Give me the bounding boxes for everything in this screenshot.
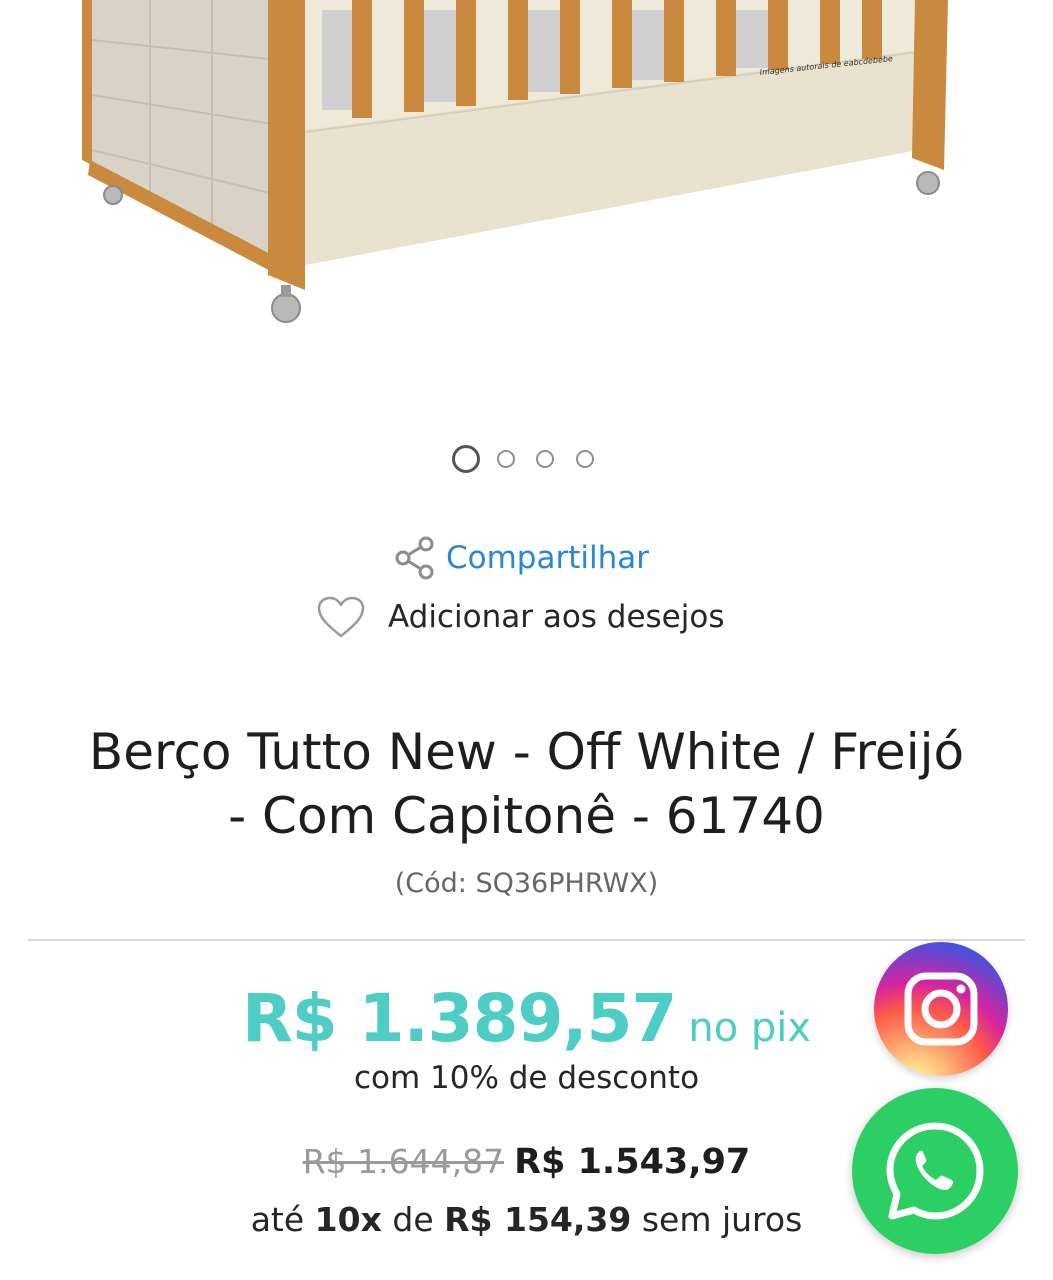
- product-title-line-1: Berço Tutto New - Off White / Freijó: [88, 723, 965, 781]
- divider: [28, 939, 1025, 941]
- product-title: Berço Tutto New - Off White / Freijó - C…: [20, 720, 1033, 848]
- share-label: Compartilhar: [446, 540, 649, 576]
- instagram-button[interactable]: [874, 942, 1008, 1076]
- carousel-dot-1[interactable]: [452, 445, 480, 473]
- heart-outline-icon: [317, 596, 365, 638]
- installments-suffix: sem juros: [641, 1200, 803, 1239]
- whatsapp-button[interactable]: [852, 1088, 1018, 1254]
- carousel-dots: [0, 440, 1053, 480]
- carousel-dot-4[interactable]: [576, 450, 594, 468]
- product-image[interactable]: Imagens autorais de eabcdebebe: [0, 0, 1053, 420]
- instagram-icon: [904, 972, 978, 1046]
- installment-value: R$ 154,39: [444, 1200, 632, 1239]
- share-button[interactable]: Compartilhar: [392, 533, 649, 583]
- installments-count: 10x: [314, 1200, 382, 1239]
- product-page: Imagens autorais de eabcdebebe Compartil…: [0, 0, 1053, 1280]
- installments-prefix: até: [250, 1200, 305, 1239]
- installments-de: de: [392, 1200, 434, 1239]
- current-price: R$ 1.543,97: [514, 1142, 751, 1182]
- share-icon: [395, 536, 434, 580]
- carousel-dot-2[interactable]: [497, 450, 515, 468]
- wishlist-label: Adicionar aos desejos: [388, 599, 725, 635]
- pix-price: R$ 1.389,57: [241, 980, 677, 1057]
- crib-illustration: Imagens autorais de eabcdebebe: [82, 0, 948, 323]
- whatsapp-icon: [886, 1122, 984, 1220]
- carousel-dot-3[interactable]: [536, 450, 554, 468]
- old-price: R$ 1.644,87: [302, 1142, 505, 1181]
- product-code: (Cód: SQ36PHRWX): [394, 868, 659, 899]
- product-title-line-2: - Com Capitonê - 61740: [228, 787, 825, 845]
- pix-suffix: no pix: [688, 1005, 812, 1051]
- add-to-wishlist-button[interactable]: Adicionar aos desejos: [316, 592, 725, 642]
